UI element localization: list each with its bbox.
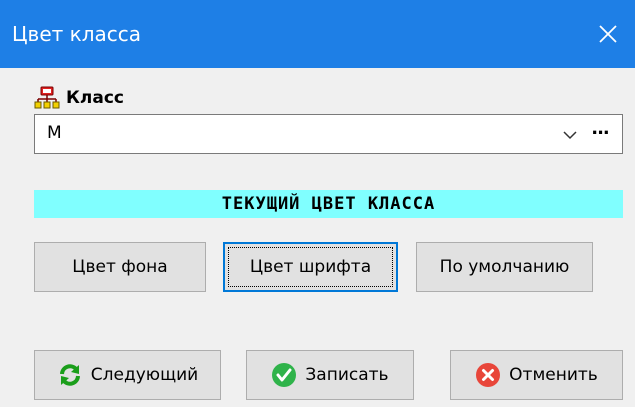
save-label: Записать xyxy=(305,365,389,385)
background-color-button[interactable]: Цвет фона xyxy=(34,242,206,292)
cancel-button[interactable]: Отменить xyxy=(450,350,623,400)
close-button[interactable] xyxy=(581,0,635,68)
default-color-label: По умолчанию xyxy=(439,257,570,277)
current-color-banner: ТЕКУЩИЙ ЦВЕТ КЛАССА xyxy=(34,190,623,218)
next-label: Следующий xyxy=(90,365,199,385)
cancel-label: Отменить xyxy=(509,365,598,385)
class-hierarchy-icon xyxy=(34,86,60,109)
save-button[interactable]: Записать xyxy=(246,350,414,400)
check-circle-icon xyxy=(271,362,297,388)
background-color-label: Цвет фона xyxy=(72,257,168,277)
next-button[interactable]: Следующий xyxy=(34,350,221,400)
class-label-text: Класс xyxy=(66,88,124,108)
default-color-button[interactable]: По умолчанию xyxy=(416,242,593,292)
close-icon xyxy=(599,25,617,43)
window-title: Цвет класса xyxy=(12,22,141,46)
refresh-arrows-icon xyxy=(57,362,83,388)
x-circle-icon xyxy=(475,362,501,388)
chevron-down-icon[interactable] xyxy=(562,127,578,143)
font-color-label: Цвет шрифта xyxy=(249,257,372,277)
font-color-focus-rect: Цвет шрифта xyxy=(228,247,393,287)
font-color-button[interactable]: Цвет шрифта xyxy=(223,242,398,292)
class-combobox[interactable]: М ... xyxy=(34,114,623,154)
more-button[interactable]: ... xyxy=(586,118,614,148)
class-label: Класс xyxy=(34,86,124,110)
dialog-window: Цвет класса Класс М ... ТЕКУЩИЙ ЦВЕТ КЛА… xyxy=(0,0,635,407)
title-bar: Цвет класса xyxy=(0,0,635,68)
class-value: М xyxy=(47,123,62,143)
